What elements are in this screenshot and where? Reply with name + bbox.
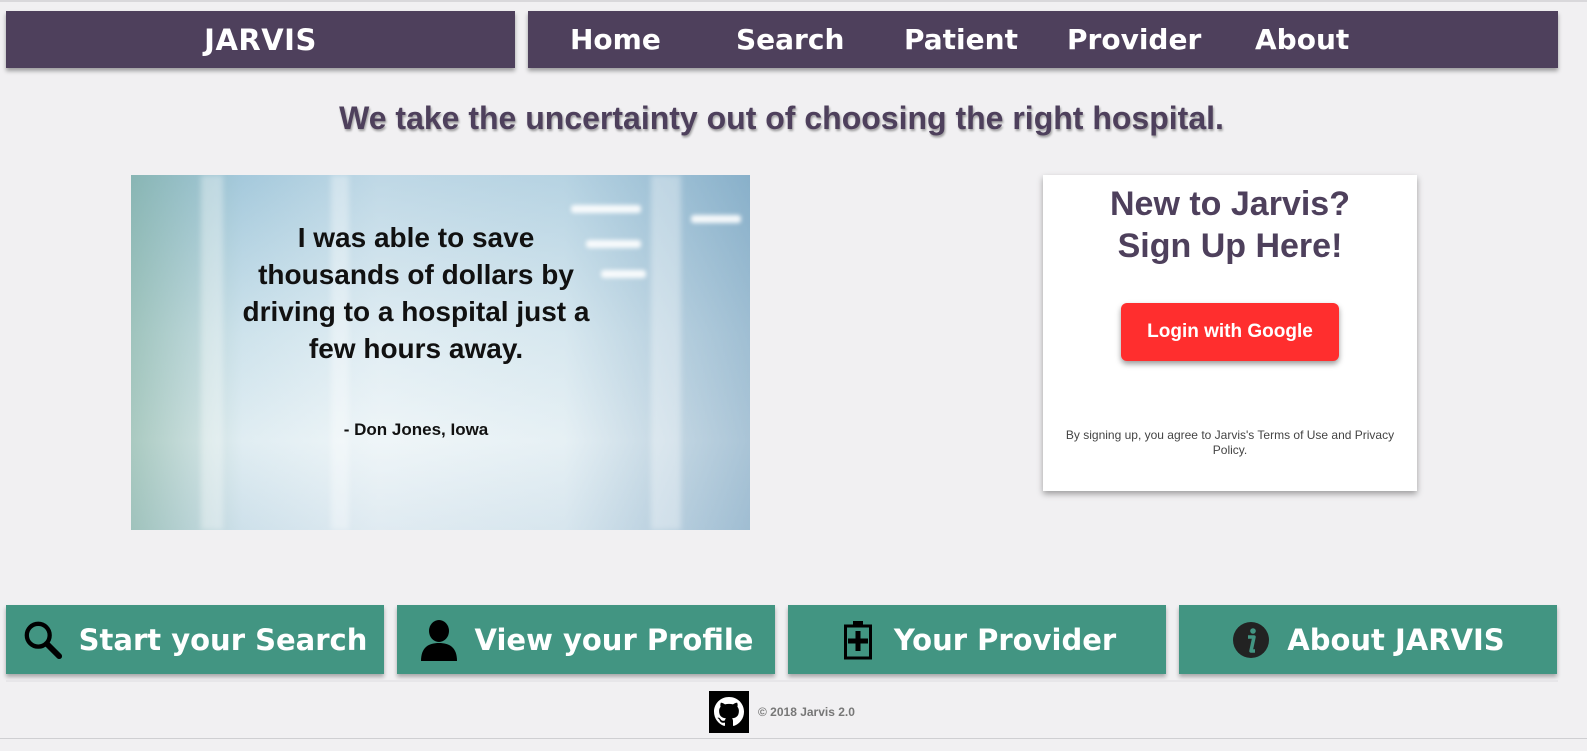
about-jarvis-button[interactable]: About JARVIS (1179, 605, 1557, 674)
medical-battery-icon (838, 620, 878, 660)
brand-bar[interactable]: JARVIS (6, 11, 515, 68)
nav-patient[interactable]: Patient (904, 11, 1018, 68)
copyright-text: © 2018 Jarvis 2.0 (758, 705, 855, 719)
signup-heading-line2: Sign Up Here! (1117, 227, 1343, 265)
nav-about[interactable]: About (1255, 11, 1349, 68)
search-icon (23, 620, 63, 660)
user-icon (419, 619, 459, 661)
page-tagline: We take the uncertainty out of choosing … (339, 100, 1224, 136)
info-icon (1231, 620, 1271, 660)
testimonial-author: - Don Jones, Iowa (343, 420, 489, 439)
background-light (691, 215, 741, 223)
top-divider (0, 0, 1587, 2)
background-pillar (201, 175, 223, 530)
testimonial-card: I was able to save thousands of dollars … (131, 175, 750, 530)
signup-heading: New to Jarvis? Sign Up Here! (1043, 183, 1417, 267)
main-nav: Home Search Patient Provider About (528, 11, 1558, 68)
signup-card: New to Jarvis? Sign Up Here! Login with … (1043, 175, 1417, 491)
login-with-google-button[interactable]: Login with Google (1121, 303, 1339, 361)
footer: © 2018 Jarvis 2.0 (0, 690, 1563, 734)
footer-divider (6, 680, 1558, 682)
page-bottom-divider (0, 738, 1587, 739)
nav-home[interactable]: Home (570, 11, 661, 68)
start-search-label: Start your Search (78, 622, 368, 657)
background-pillar (651, 175, 681, 530)
signup-heading-line1: New to Jarvis? (1110, 185, 1350, 223)
background-light (586, 240, 641, 248)
brand-logo-text[interactable]: JARVIS (204, 23, 317, 57)
about-jarvis-label: About JARVIS (1287, 622, 1505, 657)
your-provider-label: Your Provider (893, 622, 1117, 657)
background-light (571, 205, 641, 213)
background-light (601, 270, 646, 278)
start-search-button[interactable]: Start your Search (6, 605, 384, 674)
nav-search[interactable]: Search (736, 11, 844, 68)
testimonial-quote: I was able to save thousands of dollars … (242, 222, 590, 364)
terms-notice: By signing up, you agree to Jarvis's Ter… (1065, 428, 1395, 457)
view-profile-button[interactable]: View your Profile (397, 605, 775, 674)
github-icon[interactable] (709, 691, 749, 733)
view-profile-label: View your Profile (474, 622, 754, 657)
nav-provider[interactable]: Provider (1067, 11, 1201, 68)
your-provider-button[interactable]: Your Provider (788, 605, 1166, 674)
